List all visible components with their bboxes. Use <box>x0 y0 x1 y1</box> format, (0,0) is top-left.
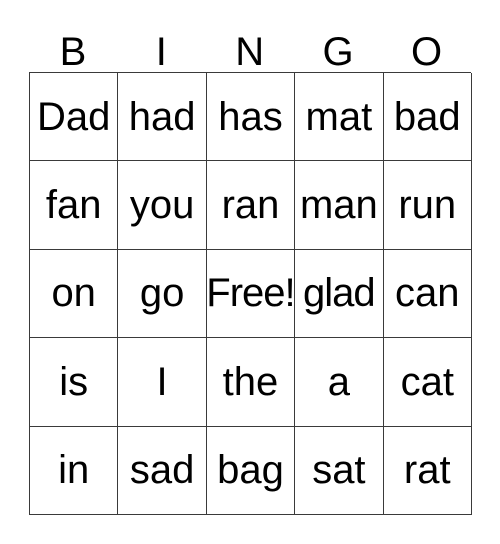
bingo-cell-o3[interactable]: can <box>383 249 472 339</box>
bingo-row-1: Dad had has mat bad <box>30 73 472 162</box>
bingo-cell-label: has <box>218 94 283 139</box>
bingo-cell-b4[interactable]: is <box>30 338 119 427</box>
bingo-cell-label: on <box>51 271 96 316</box>
bingo-cell-n5[interactable]: bag <box>206 426 296 515</box>
bingo-cell-label: sat <box>312 448 366 493</box>
bingo-cell-label: had <box>128 94 196 139</box>
bingo-cell-label: in <box>58 448 90 493</box>
bingo-cell-label: rat <box>403 448 451 493</box>
bingo-cell-i5[interactable]: sad <box>118 426 207 515</box>
bingo-cell-n2[interactable]: ran <box>206 161 296 250</box>
bingo-cell-o4[interactable]: cat <box>383 338 472 427</box>
bingo-cell-label: run <box>398 183 457 228</box>
bingo-cell-g1[interactable]: mat <box>295 73 384 162</box>
bingo-card: B I N G O Dad had has mat bad fan you ra… <box>29 14 472 515</box>
bingo-cell-label: fan <box>45 183 102 228</box>
bingo-grid: Dad had has mat bad fan you ran man run … <box>29 72 472 515</box>
bingo-cell-label: I <box>156 359 168 404</box>
bingo-cell-label: ran <box>221 183 280 228</box>
bingo-cell-label: you <box>129 183 195 228</box>
bingo-header-row: B I N G O <box>29 14 471 72</box>
bingo-cell-n4[interactable]: the <box>206 338 296 427</box>
bingo-header-letter-b: B <box>59 30 87 74</box>
bingo-cell-b2[interactable]: fan <box>30 161 119 250</box>
bingo-cell-i4[interactable]: I <box>118 338 207 427</box>
bingo-cell-g4[interactable]: a <box>295 338 384 427</box>
bingo-cell-label: Dad <box>37 94 111 139</box>
bingo-cell-n1[interactable]: has <box>206 73 296 162</box>
bingo-cell-i2[interactable]: you <box>118 161 207 250</box>
bingo-cell-label: sad <box>129 448 195 493</box>
bingo-cell-label: the <box>222 359 279 404</box>
bingo-cell-label: go <box>139 271 185 316</box>
bingo-cell-g2[interactable]: man <box>295 161 384 250</box>
bingo-cell-i3[interactable]: go <box>118 249 207 339</box>
bingo-cell-label: a <box>327 359 350 404</box>
bingo-cell-o5[interactable]: rat <box>383 426 472 515</box>
bingo-row-2: fan you ran man run <box>30 161 472 250</box>
bingo-cell-label: bag <box>217 448 284 493</box>
bingo-cell-label: is <box>59 359 89 404</box>
bingo-cell-o1[interactable]: bad <box>383 73 472 162</box>
bingo-cell-o2[interactable]: run <box>383 161 472 250</box>
bingo-cell-g3[interactable]: glad <box>295 249 384 339</box>
bingo-cell-label: man <box>299 183 378 228</box>
bingo-row-4: is I the a cat <box>30 338 472 427</box>
bingo-header-letter-o: O <box>410 30 443 74</box>
bingo-free-space-label: Free! <box>206 271 295 316</box>
bingo-cell-b1[interactable]: Dad <box>30 73 119 162</box>
bingo-cell-g5[interactable]: sat <box>295 426 384 515</box>
bingo-header-letter-n: N <box>235 30 265 74</box>
bingo-cell-label: glad <box>303 271 376 316</box>
bingo-row-5: in sad bag sat rat <box>30 426 472 515</box>
bingo-cell-b5[interactable]: in <box>30 426 119 515</box>
bingo-row-3: on go Free! glad can <box>30 249 472 339</box>
bingo-cell-label: cat <box>400 359 454 404</box>
bingo-cell-i1[interactable]: had <box>118 73 207 162</box>
bingo-cell-label: mat <box>305 94 373 139</box>
bingo-cell-free-space[interactable]: Free! <box>206 249 296 339</box>
bingo-cell-b3[interactable]: on <box>30 249 119 339</box>
bingo-header-letter-i: I <box>155 30 168 74</box>
bingo-cell-label: bad <box>393 94 461 139</box>
bingo-header-letter-g: G <box>322 30 355 74</box>
bingo-cell-label: can <box>395 271 460 316</box>
